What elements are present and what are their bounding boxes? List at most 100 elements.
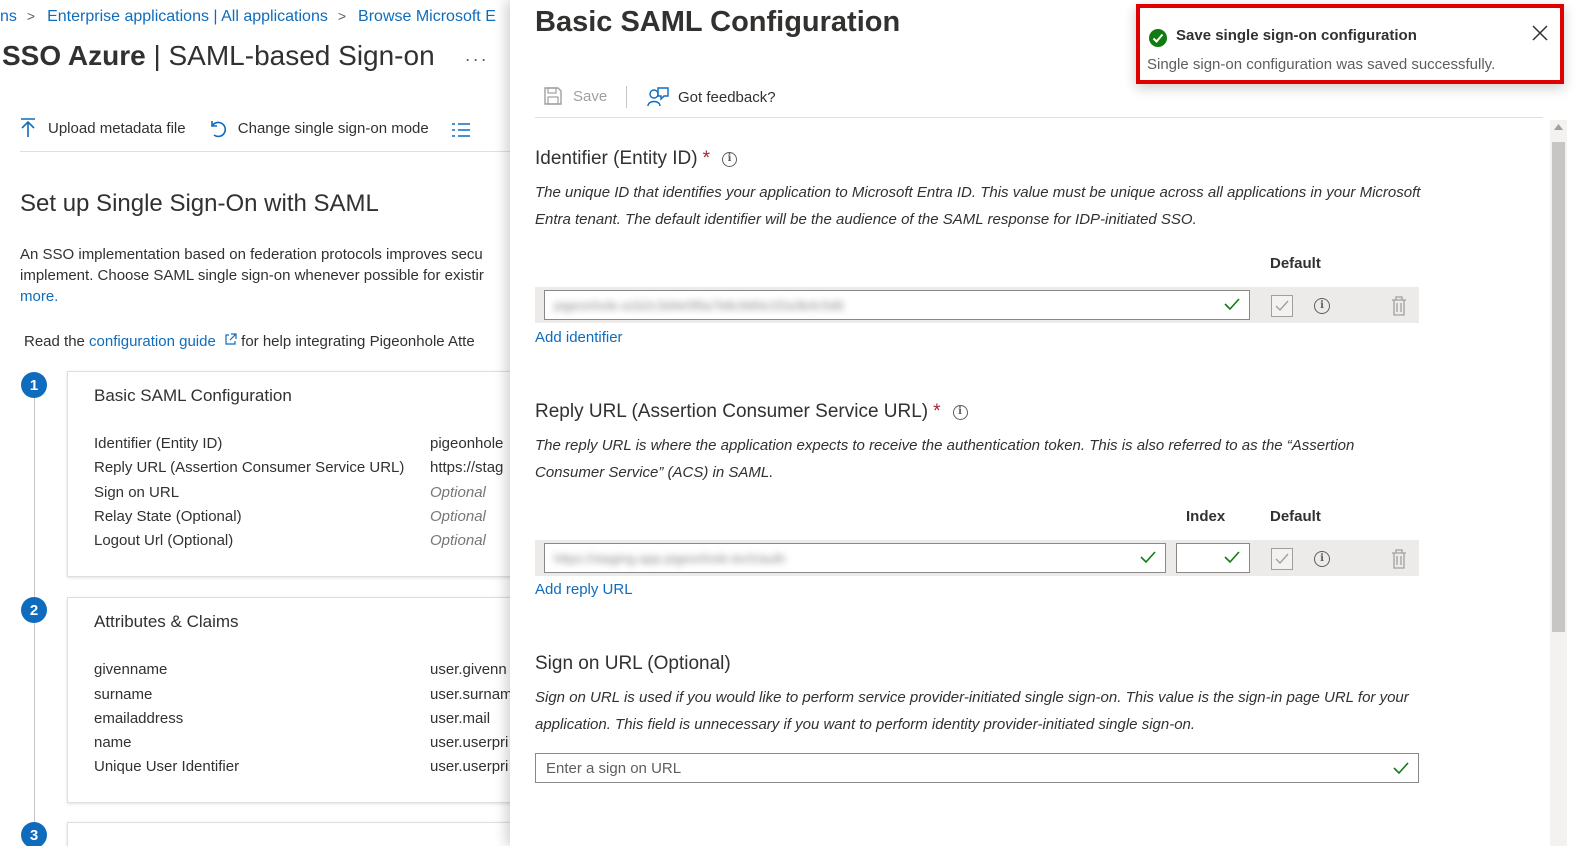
save-icon: [544, 87, 562, 105]
row-value: user.givenn: [430, 661, 507, 678]
sign-on-url-description: Sign on URL is used if you would like to…: [535, 689, 1409, 733]
sign-on-url-field[interactable]: [535, 753, 1419, 783]
identifier-title: Identifier (Entity ID): [535, 148, 698, 169]
sign-on-url-title: Sign on URL (Optional): [535, 653, 731, 674]
read-prefix: Read the: [24, 333, 90, 350]
toolbar-divider: [626, 86, 627, 108]
checkmark-icon: [1224, 551, 1240, 564]
identifier-description: The unique ID that identifies your appli…: [535, 184, 1421, 228]
list-icon: [451, 123, 470, 137]
identifier-input[interactable]: pigeonhole-a1b2c3d4e5f6a7b8c9d0e1f2a3b4c…: [544, 290, 1250, 320]
add-reply-url-link[interactable]: Add reply URL: [535, 581, 633, 598]
row-key: Logout Url (Optional): [94, 532, 234, 549]
notification-title: Save single sign-on configuration: [1176, 27, 1417, 44]
reply-index-input[interactable]: [1176, 543, 1250, 573]
breadcrumb-item-0[interactable]: ns: [0, 8, 17, 25]
list-view-button[interactable]: [451, 122, 483, 138]
save-label: Save: [573, 87, 608, 105]
row-value: Optional: [430, 508, 486, 525]
step-number-1: 1: [21, 372, 47, 398]
chevron-right-icon: >: [26, 8, 36, 24]
scrollbar-thumb[interactable]: [1552, 142, 1565, 632]
row-key: emailaddress: [94, 710, 184, 727]
attributes-claims-card: Attributes & Claims givenname user.givenn…: [67, 597, 520, 803]
breadcrumb-item-enterprise-apps[interactable]: Enterprise applications | All applicatio…: [47, 8, 328, 25]
delete-icon[interactable]: [1391, 296, 1407, 316]
reply-default-column-header: Default: [1270, 508, 1321, 525]
learn-more-link[interactable]: more.: [20, 286, 520, 307]
got-feedback-button[interactable]: Got feedback?: [647, 86, 776, 108]
undo-icon: [210, 121, 226, 138]
step-3-card: [67, 822, 520, 846]
page-subtitle: | SAML-based Sign-on: [145, 40, 435, 71]
reply-url-title: Reply URL (Assertion Consumer Service UR…: [535, 401, 929, 422]
reply-default-checkbox[interactable]: [1271, 548, 1293, 570]
info-icon[interactable]: i: [1314, 298, 1330, 314]
basic-saml-card-title: Basic SAML Configuration: [94, 386, 292, 405]
row-value: user.mail: [430, 710, 491, 727]
row-key: Unique User Identifier: [94, 758, 240, 775]
checkbox-check-icon: [1275, 300, 1289, 312]
close-icon[interactable]: [1532, 25, 1548, 41]
delete-icon[interactable]: [1391, 549, 1407, 569]
feedback-icon: [647, 87, 669, 107]
checkmark-icon: [1140, 551, 1156, 564]
configuration-guide-link[interactable]: configuration guide: [89, 333, 216, 350]
row-value: user.userpri: [430, 734, 509, 751]
success-check-circle-icon: [1149, 29, 1167, 47]
identifier-default-column-header: Default: [1270, 255, 1321, 272]
change-sso-mode-label: Change single sign-on mode: [237, 119, 429, 137]
panel-scrollbar[interactable]: [1550, 120, 1567, 846]
sign-on-url-input[interactable]: [536, 754, 1376, 782]
breadcrumb-item-browse[interactable]: Browse Microsoft E: [358, 8, 496, 25]
row-value: user.userpri: [430, 758, 509, 775]
panel-toolbar: Save Got feedback?: [535, 84, 1543, 118]
upload-metadata-button[interactable]: Upload metadata file: [20, 118, 186, 138]
more-options-button[interactable]: ···: [465, 49, 489, 69]
required-asterisk: *: [933, 401, 941, 422]
basic-saml-panel: Basic SAML Configuration Save Got feedba…: [510, 0, 1584, 846]
info-icon[interactable]: i: [1314, 551, 1330, 567]
change-sso-mode-button[interactable]: Change single sign-on mode: [208, 118, 429, 138]
row-key: Sign on URL: [94, 484, 180, 501]
info-icon[interactable]: i: [722, 151, 738, 167]
upload-icon: [21, 118, 35, 137]
row-key: surname: [94, 686, 153, 703]
panel-title: Basic SAML Configuration: [535, 6, 901, 38]
step-number-2: 2: [21, 597, 47, 623]
reply-url-input[interactable]: https://staging-app.pigeonhole.tech/auth: [544, 543, 1166, 573]
row-value: user.surnam: [430, 686, 513, 703]
row-key: Identifier (Entity ID): [94, 435, 223, 452]
reply-url-description: The reply URL is where the application e…: [535, 437, 1355, 481]
setup-desc-line-2: implement. Choose SAML single sign-on wh…: [20, 267, 484, 284]
reply-index-column-header: Index: [1186, 508, 1226, 525]
external-link-icon: [225, 333, 237, 345]
save-button[interactable]: Save: [543, 86, 607, 106]
read-suffix: for help integrating Pigeonhole Atte: [236, 333, 475, 350]
reply-url-row: https://staging-app.pigeonhole.tech/auth…: [535, 540, 1419, 576]
row-value: pigeonhole: [430, 435, 504, 452]
identifier-section-title: Identifier (Entity ID) * i: [535, 148, 738, 170]
setup-description: An SSO implementation based on federatio…: [20, 244, 520, 307]
setup-desc-line-1: An SSO implementation based on federatio…: [20, 246, 483, 263]
chevron-right-icon: >: [337, 8, 347, 24]
row-value: https://stag: [430, 459, 504, 476]
basic-saml-card: Basic SAML Configuration Identifier (Ent…: [67, 371, 520, 577]
app-name: SSO Azure: [2, 40, 146, 71]
background-page: ns > Enterprise applications | All applica…: [0, 0, 520, 846]
add-identifier-link[interactable]: Add identifier: [535, 329, 623, 346]
row-key: givenname: [94, 661, 168, 678]
scroll-up-arrow-icon[interactable]: [1554, 124, 1563, 130]
info-icon[interactable]: i: [952, 404, 968, 420]
got-feedback-label: Got feedback?: [678, 88, 776, 106]
checkmark-icon: [1224, 298, 1240, 311]
required-asterisk: *: [702, 148, 711, 169]
breadcrumb: ns > Enterprise applications | All applica…: [0, 8, 496, 26]
checkmark-icon: [1393, 762, 1409, 775]
identifier-value: pigeonhole-a1b2c3d4e5f6a7b8c9d0e1f2a3b4c…: [554, 298, 844, 313]
reply-url-section-title: Reply URL (Assertion Consumer Service UR…: [535, 401, 968, 423]
attributes-claims-card-title: Attributes & Claims: [94, 612, 239, 631]
identifier-default-checkbox[interactable]: [1271, 295, 1293, 317]
row-value: Optional: [430, 532, 486, 549]
setup-heading: Set up Single Sign-On with SAML: [20, 190, 379, 217]
